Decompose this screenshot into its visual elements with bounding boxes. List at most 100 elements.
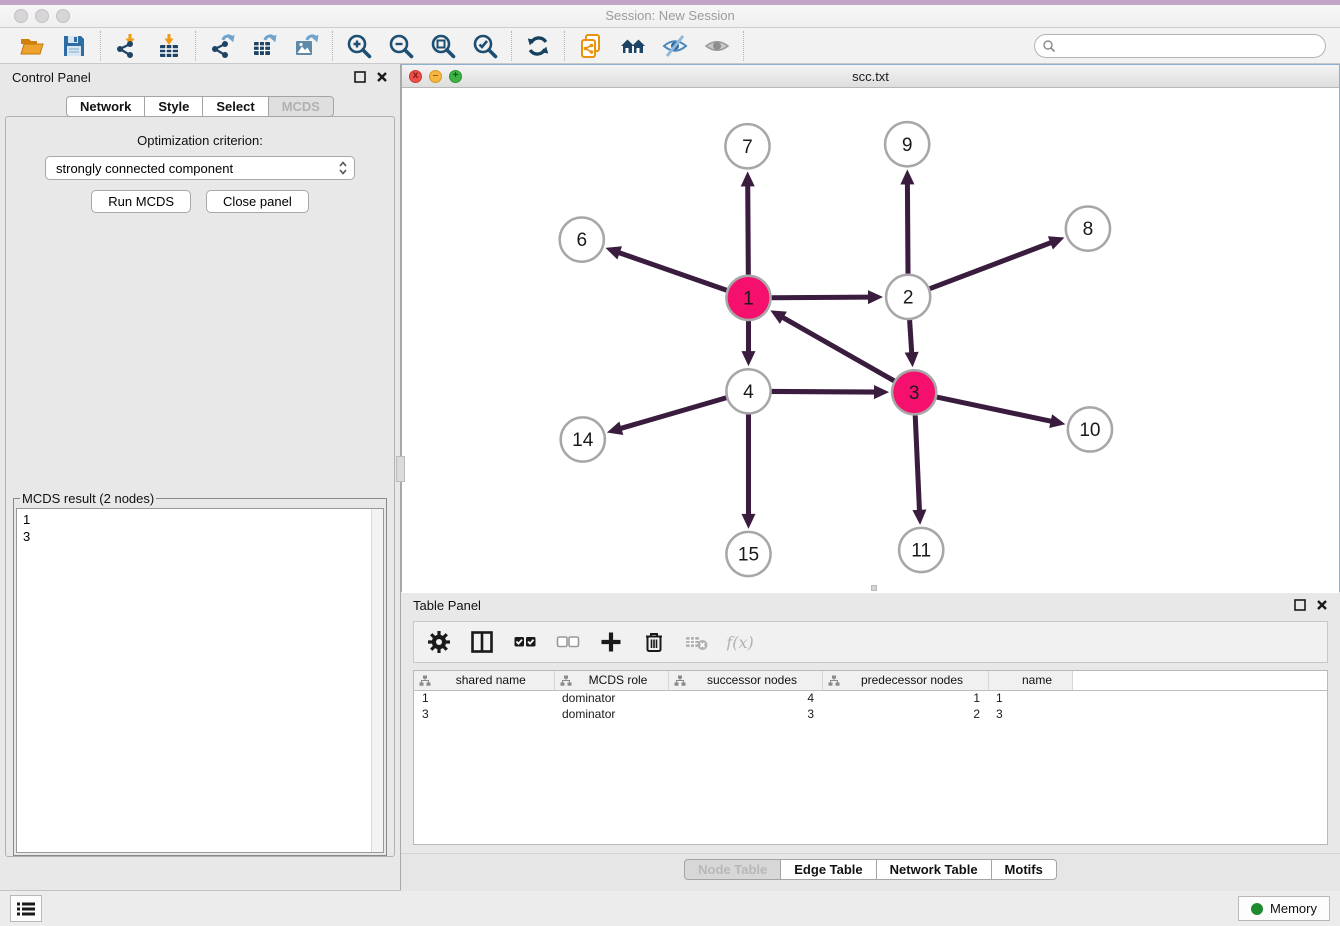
close-panel-icon[interactable] [376,71,388,83]
zoom-selected-icon[interactable] [472,33,498,59]
main-toolbar [0,28,1340,64]
column-header-successor-nodes[interactable]: successor nodes [668,671,822,690]
run-mcds-button[interactable]: Run MCDS [91,190,191,213]
zoom-in-icon[interactable] [346,33,372,59]
table-panel: Table Panel f(x) shared nameMCDS rolesuc… [401,592,1340,891]
open-session-icon[interactable] [19,33,45,59]
result-scrollbar[interactable] [371,509,383,852]
export-image-icon[interactable] [293,33,319,59]
graph-edge-1-4[interactable] [741,321,755,366]
table-cell[interactable]: 3 [414,706,554,722]
tab-select[interactable]: Select [202,96,268,117]
criterion-select[interactable]: strongly connected component [45,156,355,180]
table-cell[interactable]: 2 [822,706,988,722]
table-settings-icon[interactable] [426,629,452,655]
graph-edge-1-6[interactable] [605,246,726,290]
graph-node-9[interactable]: 9 [885,122,929,166]
graph-edge-2-8[interactable] [930,236,1065,288]
graph-node-7[interactable]: 7 [725,124,769,168]
close-panel-button[interactable]: Close panel [206,190,309,213]
deselect-all-checkboxes-icon[interactable] [555,629,581,655]
graph-edge-2-3[interactable] [905,320,919,367]
table-cell[interactable]: dominator [554,690,668,706]
table-cell[interactable]: dominator [554,706,668,722]
table-cell[interactable]: 1 [414,690,554,706]
first-neighbors-icon[interactable] [620,33,646,59]
tab-edge-table[interactable]: Edge Table [780,859,876,880]
select-all-checkboxes-icon[interactable] [512,629,538,655]
save-session-icon[interactable] [61,33,87,59]
graph-node-4[interactable]: 4 [726,369,770,413]
graph-node-2[interactable]: 2 [886,275,930,319]
close-table-panel-icon[interactable] [1316,599,1328,611]
tab-network-table[interactable]: Network Table [876,859,992,880]
export-table-icon[interactable] [251,33,277,59]
graph-edge-4-15[interactable] [741,414,755,528]
tab-node-table[interactable]: Node Table [684,859,781,880]
network-window-titlebar[interactable]: x – + scc.txt [402,65,1339,88]
refresh-layout-icon[interactable] [525,33,551,59]
table-cell[interactable]: 1 [822,690,988,706]
network-resize-handle[interactable] [871,585,877,591]
table-row[interactable]: 3dominator323 [414,706,1327,722]
graph-node-14[interactable]: 14 [561,417,605,461]
search-input[interactable] [1034,34,1326,58]
network-canvas[interactable]: 1 2 3 4 6 7 8 9 10 11 14 15 [402,88,1339,593]
graph-edge-4-3[interactable] [772,385,890,399]
float-panel-icon[interactable] [354,71,366,83]
graph-edge-1-2[interactable] [772,290,883,304]
graph-edge-3-1[interactable] [770,310,894,381]
table-cell[interactable]: 3 [988,706,1072,722]
table-tabs-strip: Node TableEdge TableNetwork TableMotifs [401,853,1340,891]
column-header-shared-name[interactable]: shared name [414,671,554,690]
table-cell[interactable]: 4 [668,690,822,706]
table-toolbar: f(x) [413,621,1328,663]
graph-node-3[interactable]: 3 [892,370,936,414]
toolbar-group [512,31,565,61]
float-table-panel-icon[interactable] [1294,599,1306,611]
memory-button[interactable]: Memory [1238,896,1330,921]
svg-text:8: 8 [1083,219,1094,240]
table-cell[interactable]: 3 [668,706,822,722]
graph-edge-4-14[interactable] [607,398,726,435]
tab-network[interactable]: Network [66,96,145,117]
split-view-icon[interactable] [469,629,495,655]
function-builder-icon[interactable]: f(x) [727,629,753,655]
graph-node-6[interactable]: 6 [560,218,604,262]
show-all-icon[interactable] [704,33,730,59]
table-cell[interactable]: 1 [988,690,1072,706]
search-box [1034,34,1326,58]
graph-node-8[interactable]: 8 [1066,207,1110,251]
export-network-icon[interactable] [209,33,235,59]
import-network-icon[interactable] [114,33,140,59]
graph-edge-1-7[interactable] [741,171,755,274]
table-panel-title: Table Panel [413,598,481,613]
delete-column-icon[interactable] [641,629,667,655]
column-header-predecessor-nodes[interactable]: predecessor nodes [822,671,988,690]
zoom-fit-icon[interactable] [430,33,456,59]
session-title: Session: New Session [0,8,1340,23]
tab-mcds[interactable]: MCDS [268,96,334,117]
column-header-mcds-role[interactable]: MCDS role [554,671,668,690]
show-panels-button[interactable] [10,895,42,922]
graph-edge-3-10[interactable] [937,397,1066,428]
graph-edge-2-9[interactable] [900,169,914,273]
graph-edge-3-11[interactable] [912,415,926,525]
table-row[interactable]: 1dominator411 [414,690,1327,706]
delete-table-icon[interactable] [684,629,710,655]
graph-node-1[interactable]: 1 [726,276,770,320]
tab-style[interactable]: Style [144,96,203,117]
mcds-panel: Optimization criterion: strongly connect… [5,116,395,857]
graph-node-10[interactable]: 10 [1068,407,1112,451]
add-column-icon[interactable] [598,629,624,655]
duplicate-network-icon[interactable] [578,33,604,59]
graph-node-11[interactable]: 11 [899,528,943,572]
import-table-icon[interactable] [156,33,182,59]
column-header-name[interactable]: name [988,671,1072,690]
mcds-result-list[interactable]: 13 [16,508,384,853]
hide-selected-icon[interactable] [662,33,688,59]
graph-node-15[interactable]: 15 [726,532,770,576]
zoom-out-icon[interactable] [388,33,414,59]
tab-motifs[interactable]: Motifs [991,859,1057,880]
panel-splitter-handle[interactable] [396,456,405,482]
